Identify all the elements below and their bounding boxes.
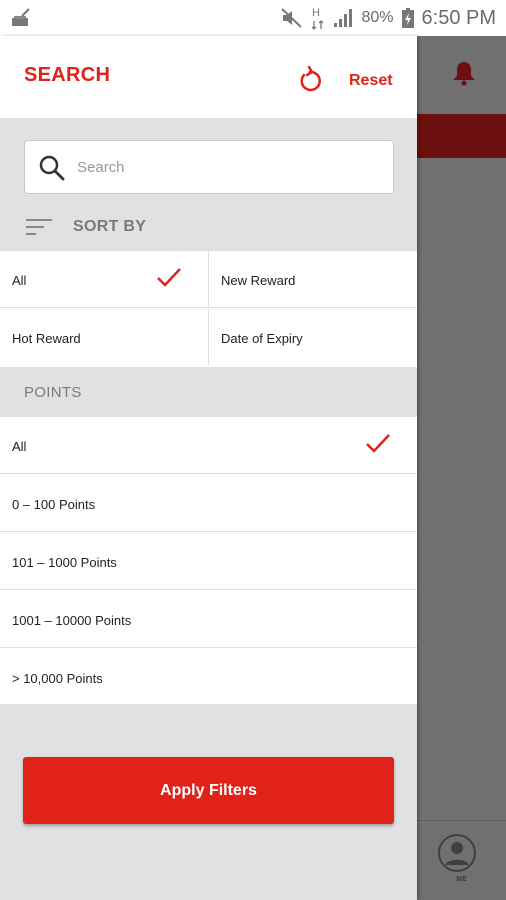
search-icon (39, 155, 65, 181)
background-app-overlay[interactable]: ME (417, 36, 506, 900)
points-option-0-100[interactable]: 0 – 100 Points (0, 475, 417, 532)
sort-option-label: Hot Reward (12, 331, 81, 346)
notification-bell-icon (454, 62, 474, 86)
sort-option-label: All (12, 273, 27, 288)
points-section-header: POINTS (0, 367, 417, 417)
network-type-text: H (312, 7, 320, 19)
points-options-list: All 0 – 100 Points 101 – 1000 Points 100… (0, 417, 417, 704)
points-option-label: 101 – 1000 Points (12, 555, 117, 570)
network-type-icon: H (312, 7, 324, 30)
sort-by-label: SORT BY (73, 218, 147, 235)
checkmark-icon (157, 268, 181, 287)
profile-avatar-icon (438, 834, 476, 872)
background-bottom-nav: ME (417, 820, 506, 900)
points-option-all[interactable]: All (0, 417, 417, 474)
points-option-label: 1001 – 10000 Points (12, 613, 132, 628)
points-option-label: > 10,000 Points (12, 671, 103, 686)
battery-percentage: 80% (361, 9, 394, 26)
status-time: 6:50 PM (421, 6, 496, 29)
reset-button[interactable]: Reset (349, 72, 393, 90)
search-input[interactable] (77, 149, 377, 185)
sort-icon (26, 219, 52, 235)
mute-icon (281, 8, 303, 28)
status-bar: H 80% 6:50 PM (0, 0, 506, 36)
battery-charging-icon (401, 8, 414, 28)
points-option-label: All (12, 439, 27, 454)
sort-option-date-of-expiry[interactable]: Date of Expiry (208, 309, 417, 366)
reset-icon[interactable] (296, 66, 324, 94)
sort-option-label: New Reward (221, 273, 296, 288)
points-option-1001-10000[interactable]: 1001 – 10000 Points (0, 591, 417, 648)
points-option-over-10000[interactable]: > 10,000 Points (0, 649, 417, 706)
sort-by-header: SORT BY (0, 204, 417, 250)
drawer-title: SEARCH (24, 64, 111, 86)
checkmark-icon (366, 434, 390, 453)
points-option-label: 0 – 100 Points (12, 497, 96, 512)
apply-filters-button[interactable]: Apply Filters (23, 757, 394, 824)
sort-option-new-reward[interactable]: New Reward (208, 251, 417, 308)
profile-tab-label: ME (456, 876, 467, 883)
points-label: POINTS (24, 384, 82, 401)
cleaner-broom-icon (12, 8, 30, 26)
sort-option-hot-reward[interactable]: Hot Reward (0, 309, 208, 366)
search-filter-drawer: SEARCH Reset SORT BY All New Reward (0, 36, 417, 900)
sort-option-label: Date of Expiry (221, 331, 303, 346)
sort-option-all[interactable]: All (0, 251, 208, 308)
signal-icon (334, 9, 353, 27)
points-option-101-1000[interactable]: 101 – 1000 Points (0, 533, 417, 590)
background-header-bar (417, 114, 506, 158)
search-box[interactable] (24, 140, 394, 194)
sort-options-grid: All New Reward Hot Reward Date of Expiry (0, 251, 417, 367)
drawer-header: SEARCH Reset (0, 36, 417, 118)
